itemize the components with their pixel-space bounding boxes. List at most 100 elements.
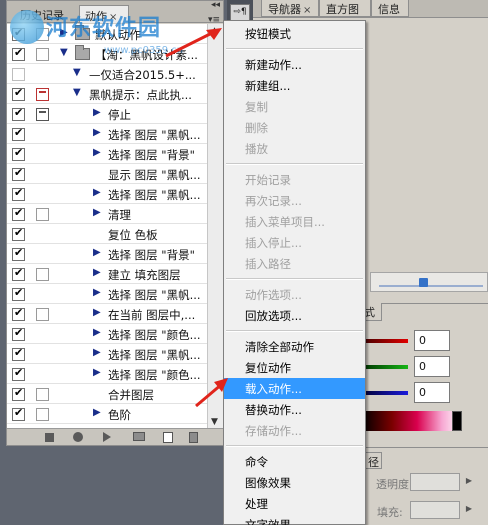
action-toggle-checkbox[interactable] [12, 206, 25, 221]
new-action-icon[interactable] [163, 432, 173, 443]
list-item[interactable]: ▶ 停止 [7, 104, 207, 124]
dialog-toggle-icon[interactable] [36, 268, 49, 281]
dialog-toggle-icon[interactable] [36, 48, 49, 61]
expand-right-icon[interactable]: ▶ [93, 207, 101, 218]
list-item[interactable]: ▶ 在当前 图层中,... [7, 304, 207, 324]
action-toggle-checkbox[interactable] [12, 366, 25, 381]
expand-down-icon[interactable]: ▼ [73, 67, 81, 78]
tab-histogram[interactable]: 直方图 [319, 0, 371, 17]
fill-field[interactable] [410, 501, 472, 519]
action-toggle-checkbox[interactable] [12, 306, 25, 321]
list-item[interactable]: ▶ 选择 图层 "背景" [7, 244, 207, 264]
red-value-field[interactable]: 0 [414, 330, 450, 351]
action-toggle-checkbox[interactable] [12, 326, 25, 341]
blue-value-field[interactable]: 0 [414, 382, 450, 403]
expand-right-icon[interactable]: ▶ [93, 287, 101, 298]
action-toggle-checkbox[interactable] [12, 266, 25, 281]
menu-item[interactable]: 清除全部动作 [224, 336, 365, 357]
panel-toggle-button[interactable]: ⇨¶ [230, 4, 250, 21]
expand-right-icon[interactable]: ▶ [93, 267, 101, 278]
action-toggle-checkbox[interactable] [12, 106, 25, 121]
expand-right-icon[interactable]: ▶ [93, 327, 101, 338]
action-toggle-checkbox[interactable] [12, 146, 25, 161]
list-item[interactable]: 显示 图层 "黑帆... [7, 164, 207, 184]
expand-right-icon[interactable]: ▶ [93, 107, 101, 118]
list-item[interactable]: ▶ 选择 图层 "背景" [7, 144, 207, 164]
dialog-toggle-icon[interactable] [36, 388, 49, 401]
list-item[interactable]: 复位 色板 [7, 224, 207, 244]
scroll-up-icon[interactable]: ▲ [211, 26, 218, 36]
menu-item[interactable]: 图像效果 [224, 472, 365, 493]
tab-actions[interactable]: 动作 × [79, 5, 129, 23]
expand-down-icon[interactable]: ▼ [60, 47, 68, 58]
list-item[interactable]: ▶ 选择 图层 "颜色... [7, 364, 207, 384]
action-toggle-checkbox[interactable] [12, 26, 25, 41]
expand-right-icon[interactable]: ▶ [93, 347, 101, 358]
menu-item[interactable]: 按钮模式 [224, 23, 365, 44]
close-icon[interactable]: × [303, 5, 311, 16]
expand-right-icon[interactable]: ▶ [93, 307, 101, 318]
expand-down-icon[interactable]: ▼ [73, 87, 81, 98]
action-toggle-checkbox[interactable] [12, 346, 25, 361]
collapse-panel-icon[interactable]: ◂◂ [211, 0, 220, 10]
scroll-down-icon[interactable]: ▼ [211, 417, 218, 427]
action-toggle-checkbox[interactable] [12, 386, 25, 401]
list-item[interactable]: ▶ 建立 填充图层 [7, 264, 207, 284]
green-slider[interactable] [362, 365, 408, 369]
menu-item[interactable]: 回放选项... [224, 305, 365, 326]
list-item[interactable]: ▼ 【淘：黑帆设计素... [7, 44, 207, 64]
tab-history[interactable]: 历史记录 [15, 5, 79, 23]
expand-right-icon[interactable]: ▶ [93, 407, 101, 418]
record-icon[interactable] [73, 432, 83, 442]
action-toggle-checkbox[interactable] [12, 186, 25, 201]
zoom-slider-thumb[interactable] [419, 278, 428, 287]
menu-item[interactable]: 命令 [224, 451, 365, 472]
green-value-field[interactable]: 0 [414, 356, 450, 377]
dialog-toggle-icon[interactable] [36, 88, 49, 101]
menu-item[interactable]: 文字效果 [224, 514, 365, 525]
list-item[interactable]: ▶ 选择 图层 "黑帆... [7, 124, 207, 144]
black-swatch[interactable] [452, 411, 462, 431]
dialog-toggle-icon[interactable] [36, 308, 49, 321]
opacity-field[interactable] [410, 473, 472, 491]
dialog-toggle-icon[interactable] [36, 28, 49, 41]
new-set-icon[interactable] [133, 432, 145, 441]
list-item[interactable]: ▶ 默认动作 [7, 24, 207, 44]
dialog-toggle-icon[interactable] [36, 108, 49, 121]
tab-info[interactable]: 信息 [371, 0, 409, 17]
trash-icon[interactable] [189, 432, 198, 443]
list-item[interactable]: ▶ 色阶 [7, 404, 207, 424]
action-toggle-checkbox[interactable] [12, 166, 25, 181]
action-toggle-checkbox[interactable] [12, 68, 25, 81]
action-toggle-checkbox[interactable] [12, 46, 25, 61]
list-item[interactable]: ▶ 选择 图层 "黑帆... [7, 284, 207, 304]
play-icon[interactable] [103, 432, 111, 442]
menu-item[interactable]: 新建组... [224, 75, 365, 96]
tab-paths[interactable]: 径 [364, 452, 382, 469]
action-toggle-checkbox[interactable] [12, 286, 25, 301]
expand-right-icon[interactable]: ▶ [93, 187, 101, 198]
list-item[interactable]: ▶ 选择 图层 "黑帆... [7, 344, 207, 364]
list-item[interactable]: ▼ 黑帆提示：点此执... [7, 84, 207, 104]
actions-scrollbar[interactable]: ▲ ▼ [207, 24, 223, 429]
list-item[interactable]: 合并图层 [7, 384, 207, 404]
dialog-toggle-icon[interactable] [36, 408, 49, 421]
menu-item[interactable]: 替换动作... [224, 399, 365, 420]
close-icon[interactable]: × [109, 12, 117, 23]
action-toggle-checkbox[interactable] [12, 126, 25, 141]
stop-icon[interactable] [45, 433, 54, 442]
expand-right-icon[interactable]: ▶ [93, 147, 101, 158]
tab-navigator[interactable]: 导航器 × [261, 0, 319, 17]
list-item[interactable]: ▶ 选择 图层 "颜色... [7, 324, 207, 344]
menu-item[interactable]: 载入动作... [224, 378, 365, 399]
action-toggle-checkbox[interactable] [12, 86, 25, 101]
red-slider[interactable] [362, 339, 408, 343]
menu-item[interactable]: 复位动作 [224, 357, 365, 378]
color-spectrum[interactable] [362, 411, 462, 431]
expand-right-icon[interactable]: ▶ [93, 367, 101, 378]
action-toggle-checkbox[interactable] [12, 226, 25, 241]
dialog-toggle-icon[interactable] [36, 208, 49, 221]
list-item[interactable]: ▶ 清理 [7, 204, 207, 224]
list-item[interactable]: ▶ 选择 图层 "黑帆... [7, 184, 207, 204]
action-toggle-checkbox[interactable] [12, 246, 25, 261]
